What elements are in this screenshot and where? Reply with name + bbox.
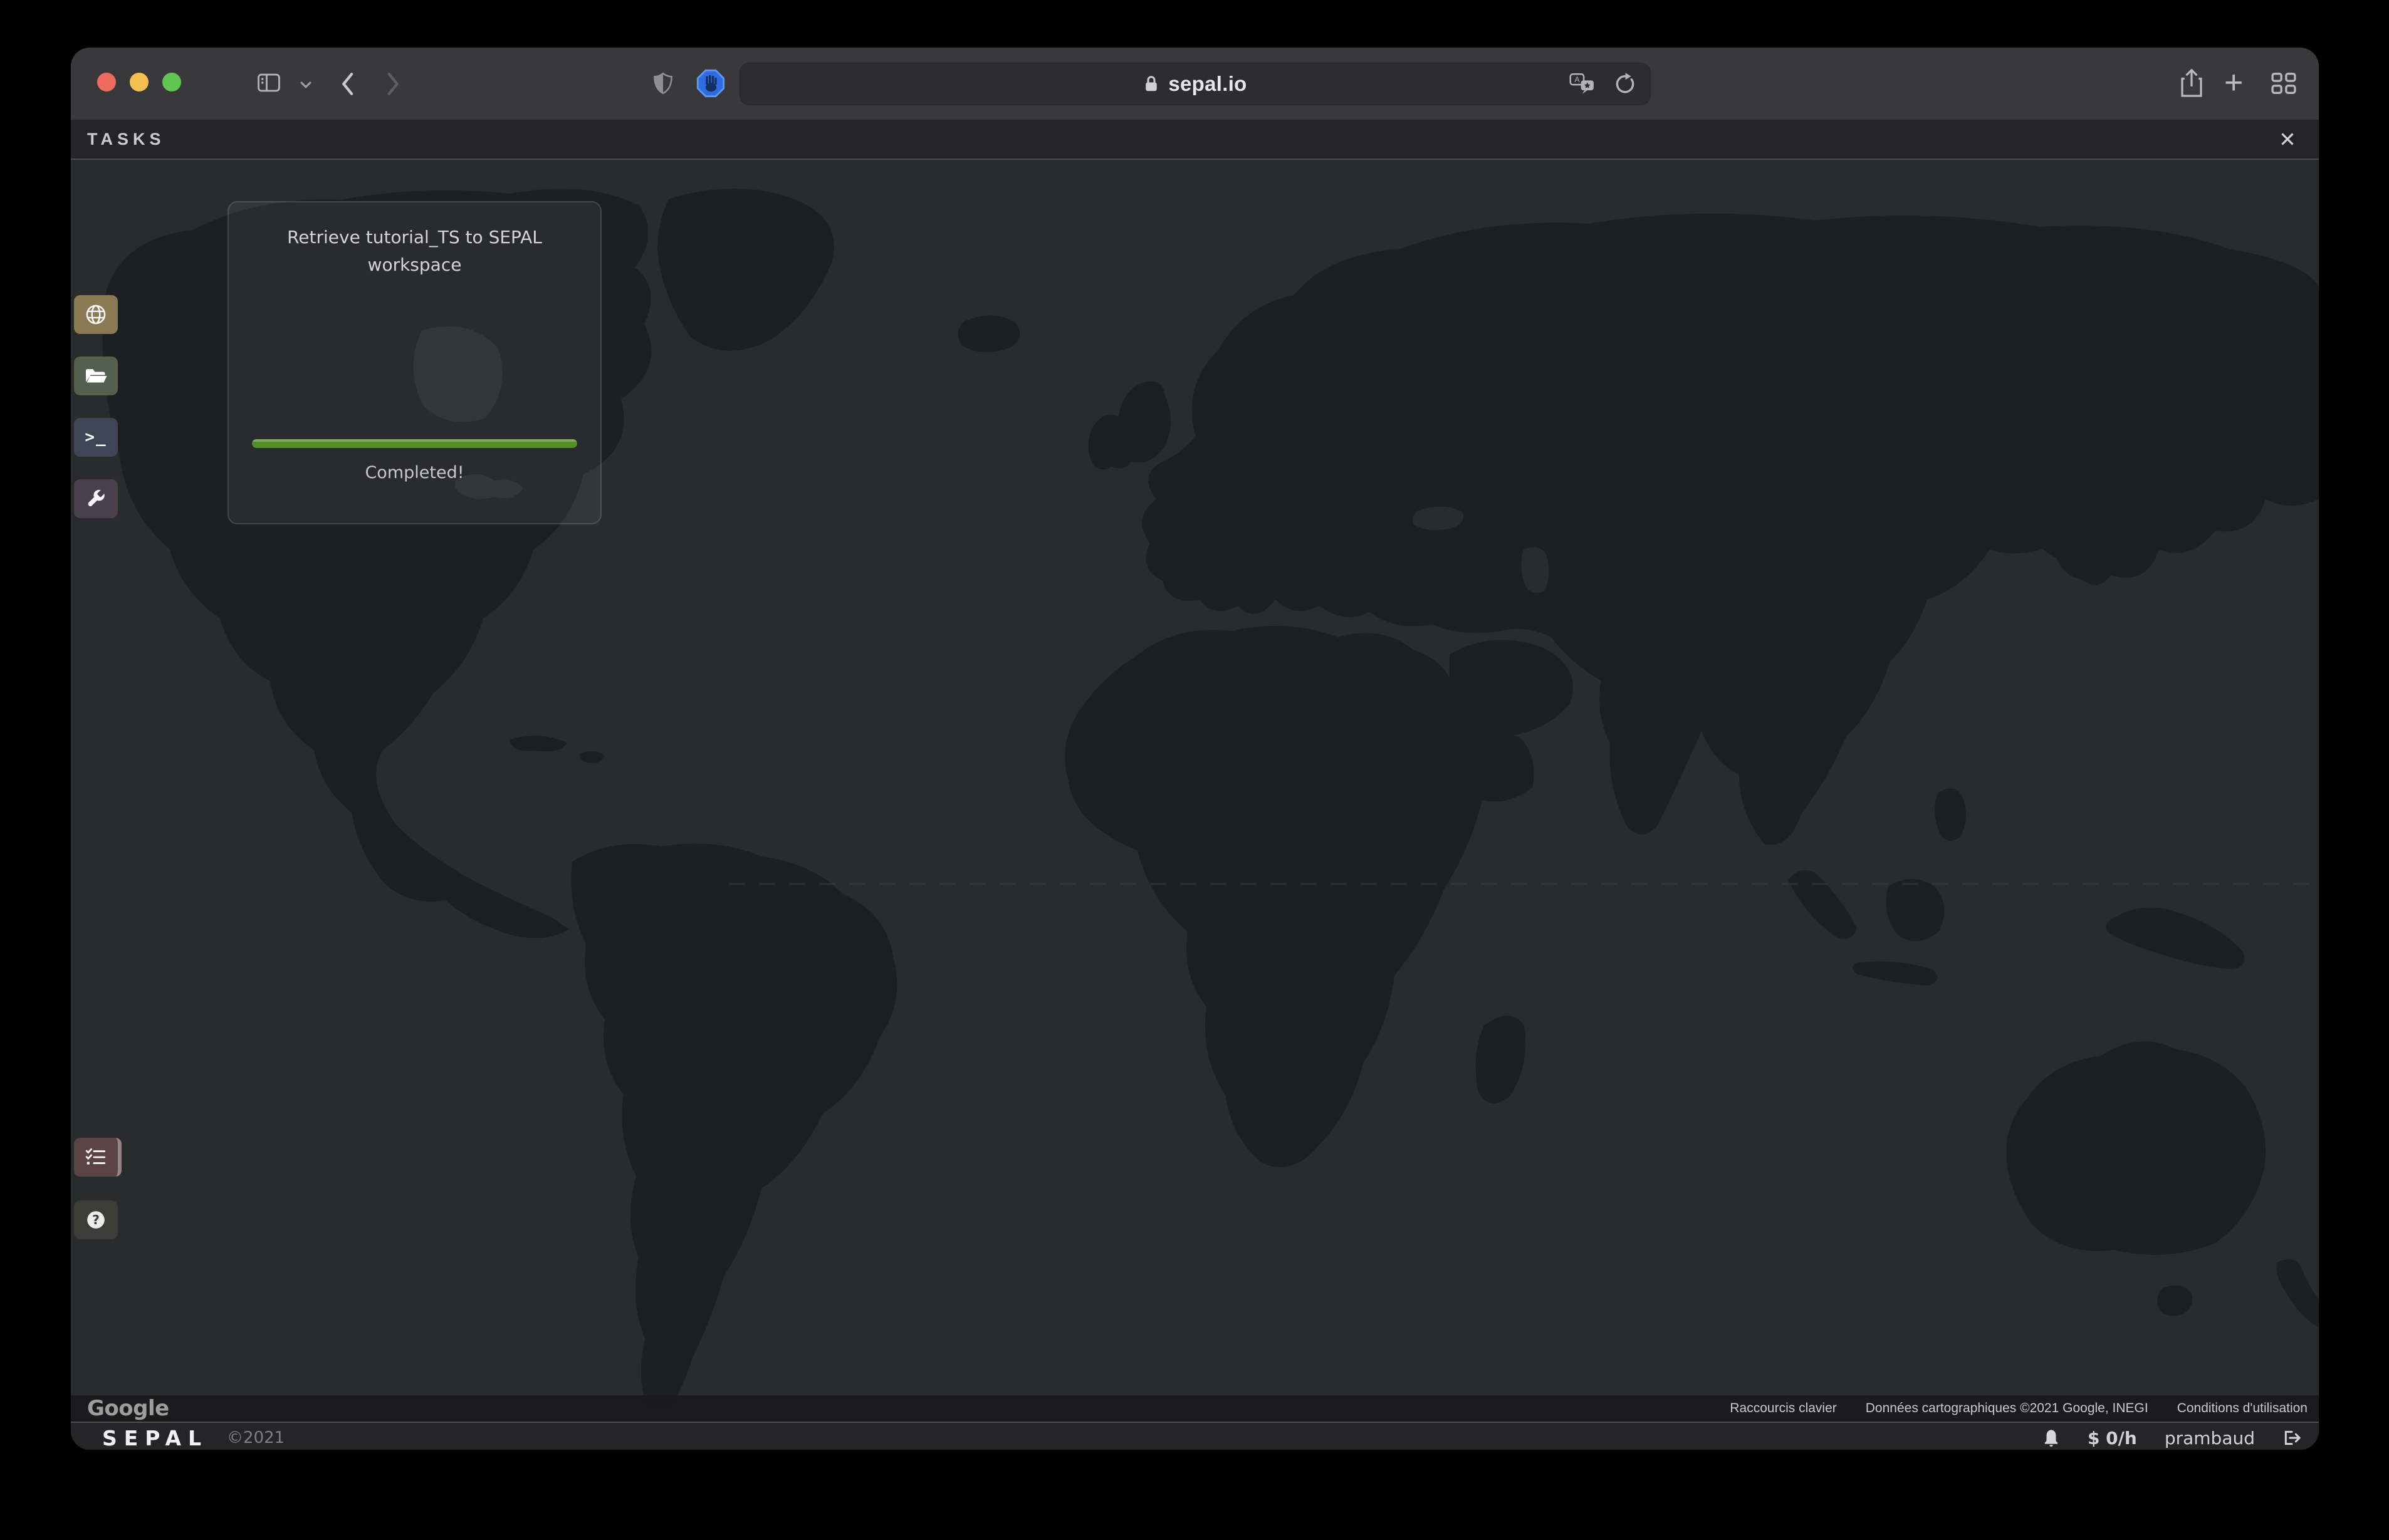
tasks-panel-header: TASKS ✕ <box>71 120 2319 160</box>
tab-overview-icon[interactable] <box>2269 69 2298 98</box>
sidebar-item-process[interactable] <box>74 295 118 334</box>
sidebar-item-tasks[interactable] <box>74 1138 122 1177</box>
traffic-lights <box>97 73 181 91</box>
reload-icon[interactable] <box>1614 71 1636 96</box>
help-icon: ? <box>85 1209 107 1230</box>
svg-text:?: ? <box>92 1212 100 1227</box>
folder-open-icon <box>84 365 108 387</box>
logout-icon[interactable] <box>2282 1428 2303 1447</box>
privacy-shield-icon[interactable] <box>652 70 674 96</box>
forward-button[interactable] <box>385 71 402 96</box>
translate-icon[interactable]: A <box>1569 73 1597 95</box>
sidebar-item-apps[interactable] <box>74 479 118 518</box>
notifications-bell-icon[interactable] <box>2042 1428 2060 1447</box>
usage-cost-text[interactable]: $ 0/h <box>2088 1428 2137 1449</box>
svg-text:A: A <box>1574 75 1580 84</box>
copyright-text: ©2021 <box>227 1428 285 1447</box>
app-footer: SEPAL ©2021 $ 0/h prambaud <box>71 1422 2319 1450</box>
globe-icon <box>85 303 107 326</box>
close-panel-icon[interactable]: ✕ <box>2274 125 2301 153</box>
chevron-down-icon[interactable] <box>299 80 313 89</box>
task-status-text: Completed! <box>229 463 600 482</box>
map-canvas[interactable]: Retrieve tutorial_TS to SEPAL workspace … <box>71 160 2319 1422</box>
zoom-window-button[interactable] <box>162 73 181 91</box>
username-text[interactable]: prambaud <box>2165 1428 2255 1449</box>
map-attribution-bar: Google Raccourcis clavier Données cartog… <box>71 1395 2319 1422</box>
wrench-icon <box>85 488 107 509</box>
sidebar-item-terminal[interactable]: >_ <box>74 418 118 457</box>
google-logo[interactable]: Google <box>87 1396 169 1421</box>
url-text: sepal.io <box>1168 72 1247 96</box>
address-bar[interactable]: sepal.io A <box>740 63 1651 105</box>
task-title: Retrieve tutorial_TS to SEPAL workspace <box>264 224 565 279</box>
tasks-panel-title: TASKS <box>87 130 165 149</box>
close-window-button[interactable] <box>97 73 116 91</box>
sepal-brand: SEPAL <box>102 1426 208 1450</box>
screen: sepal.io A <box>0 0 2389 1540</box>
new-tab-icon[interactable]: + <box>2224 66 2243 99</box>
browser-window: sepal.io A <box>71 48 2319 1450</box>
terminal-icon: >_ <box>85 428 107 447</box>
map-data-text: Données cartographiques ©2021 Google, IN… <box>1866 1401 2148 1416</box>
back-button[interactable] <box>339 71 355 96</box>
share-icon[interactable] <box>2178 68 2205 99</box>
sidebar-item-files[interactable] <box>74 356 118 395</box>
keyboard-shortcuts-link[interactable]: Raccourcis clavier <box>1730 1401 1836 1416</box>
sidebar-item-help[interactable]: ? <box>74 1200 118 1239</box>
browser-toolbar: sepal.io A <box>71 48 2319 120</box>
content-blocker-extension-icon[interactable] <box>696 69 725 98</box>
minimize-window-button[interactable] <box>130 73 149 91</box>
task-card: Retrieve tutorial_TS to SEPAL workspace … <box>227 201 602 524</box>
lock-icon <box>1143 75 1159 93</box>
terms-of-use-link[interactable]: Conditions d'utilisation <box>2177 1401 2308 1416</box>
sidebar-toggle-icon[interactable] <box>256 71 281 94</box>
task-progress-bar <box>252 439 577 448</box>
task-list-icon <box>85 1147 107 1167</box>
task-progress-fill <box>252 439 577 448</box>
